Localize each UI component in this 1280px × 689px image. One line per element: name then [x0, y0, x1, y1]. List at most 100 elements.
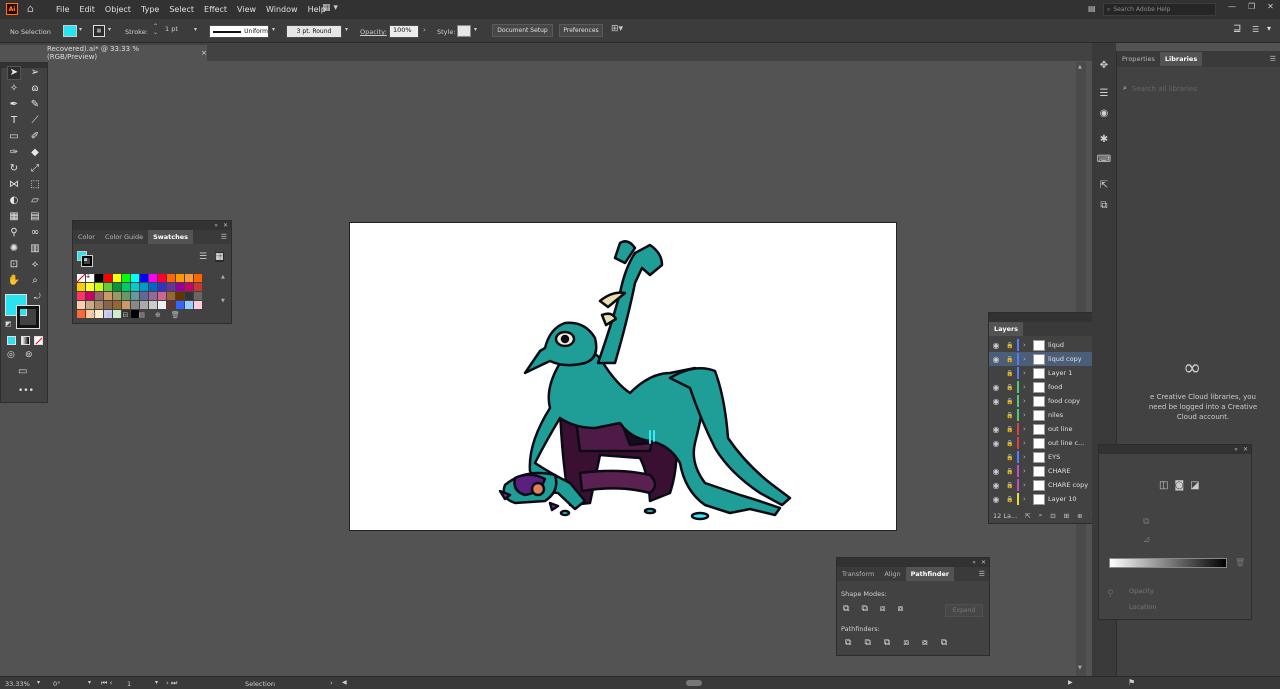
menu-file[interactable]: File	[56, 5, 69, 14]
tab-swatches[interactable]: Swatches	[148, 230, 194, 244]
eyedropper-tool-icon[interactable]: ⚲	[7, 226, 21, 240]
swatch[interactable]	[95, 283, 103, 291]
stroke-weight-dropdown-icon[interactable]: ▾	[194, 26, 197, 33]
opacity-field[interactable]: 100%	[389, 25, 419, 38]
swatch[interactable]	[131, 301, 139, 309]
eyedropper-icon[interactable]: ⚲	[1107, 589, 1114, 599]
close-window-button[interactable]: ✕	[1267, 2, 1274, 11]
swatch[interactable]	[149, 292, 157, 300]
swatch[interactable]	[131, 292, 139, 300]
artboard-tool-icon[interactable]: ⊡	[7, 258, 21, 272]
expand-arrow-icon[interactable]: ›	[1023, 369, 1033, 377]
stroke-stepper-icon[interactable]: ⌃ ⌄	[153, 24, 158, 36]
lock-icon[interactable]: 🔒	[1003, 426, 1017, 433]
swatch[interactable]	[95, 301, 103, 309]
expand-arrow-icon[interactable]: ›	[1023, 397, 1033, 405]
lock-icon[interactable]: 🔒	[1003, 468, 1017, 475]
close-panel-icon[interactable]: ✕	[223, 222, 228, 229]
swatch-scroll-up-icon[interactable]: ▲	[221, 274, 225, 280]
expand-arrow-icon[interactable]: ›	[1023, 439, 1033, 447]
swatch[interactable]	[167, 301, 175, 309]
tab-align[interactable]: Align	[879, 567, 905, 581]
swatch[interactable]	[131, 274, 139, 282]
exclude-icon[interactable]: ⧇	[898, 604, 904, 614]
blend-tool-icon[interactable]: ∞	[28, 226, 42, 240]
edit-toolbar-icon[interactable]: •••	[18, 386, 34, 396]
none-swatch[interactable]	[77, 274, 85, 282]
swatch[interactable]	[158, 274, 166, 282]
delete-stop-icon[interactable]: 🗑	[1235, 558, 1245, 567]
visibility-eye-icon[interactable]: ◉	[989, 383, 1003, 392]
profile-dropdown-icon[interactable]: ▾	[272, 26, 275, 33]
swatch[interactable]	[104, 274, 112, 282]
shape-builder-tool-icon[interactable]: ◐	[7, 194, 21, 208]
swatch[interactable]	[149, 283, 157, 291]
curvature-tool-icon[interactable]: ✎	[28, 98, 42, 112]
lock-icon[interactable]: 🔒	[1003, 356, 1017, 363]
swatch[interactable]	[86, 283, 94, 291]
lock-icon[interactable]: 🔒	[1003, 496, 1017, 503]
new-swatch-icon[interactable]: ⊕	[155, 311, 161, 319]
swatch[interactable]	[149, 301, 157, 309]
swatch[interactable]	[176, 283, 184, 291]
appearance-icon[interactable]: ◉	[1097, 106, 1111, 120]
trim-icon[interactable]: ⧉	[864, 638, 870, 648]
tab-properties[interactable]: Properties	[1117, 52, 1160, 66]
artboard[interactable]	[350, 223, 896, 530]
first-artboard-icon[interactable]: ⏮ ‹	[101, 679, 112, 688]
expand-button[interactable]: Expand	[945, 604, 983, 617]
stroke-color-swatch[interactable]: ▦	[93, 25, 105, 37]
paintbrush-tool-icon[interactable]: ✐	[28, 130, 42, 144]
linear-gradient-icon[interactable]: ◫	[1159, 480, 1168, 491]
artboards-icon[interactable]: ⧉	[1097, 198, 1111, 212]
swatch[interactable]	[77, 283, 85, 291]
swatch-options-icon[interactable]: ⊞	[107, 311, 113, 319]
document-setup-button[interactable]: Document Setup	[492, 24, 553, 37]
menu-select[interactable]: Select	[169, 5, 194, 14]
tab-layers[interactable]: Layers	[989, 322, 1024, 336]
opacity-label[interactable]: Opacity:	[360, 28, 387, 36]
menu-edit[interactable]: Edit	[79, 5, 95, 14]
libraries-search[interactable]: ⌕ Search all libraries	[1123, 84, 1197, 93]
new-layer-icon[interactable]: ⊕	[1077, 512, 1082, 520]
swatch[interactable]	[158, 301, 166, 309]
free-transform-tool-icon[interactable]: ⬚	[28, 178, 42, 192]
mesh-tool-icon[interactable]: ▦	[7, 210, 21, 224]
selection-tool-icon[interactable]: ➤	[7, 66, 21, 80]
expand-arrow-icon[interactable]: ›	[1023, 481, 1033, 489]
close-panel-icon[interactable]: ✕	[1243, 446, 1248, 453]
panel-menu-icon[interactable]: ☰	[221, 233, 231, 241]
rotation-value[interactable]: 0°	[53, 680, 60, 688]
lock-icon[interactable]: 🔒	[1003, 440, 1017, 447]
panel-menu-icon[interactable]: ☰	[1270, 55, 1280, 63]
list-view-icon[interactable]: ☰	[199, 252, 207, 262]
swatch[interactable]	[140, 292, 148, 300]
lock-icon[interactable]: 🔒	[1003, 482, 1017, 489]
artboard-dropdown-icon[interactable]: ▾	[155, 679, 158, 686]
tab-color[interactable]: Color	[73, 230, 100, 244]
direct-selection-tool-icon[interactable]: ➢	[28, 66, 42, 80]
visibility-eye-icon[interactable]: ◉	[989, 467, 1003, 476]
stroke-gradient-icon[interactable]: ⧉	[1143, 517, 1149, 527]
gradient-slider[interactable]	[1109, 558, 1227, 568]
perspective-grid-tool-icon[interactable]: ▱	[28, 194, 42, 208]
expand-arrow-icon[interactable]: ›	[1023, 495, 1033, 503]
line-tool-icon[interactable]: ⟋	[28, 114, 42, 128]
swatch[interactable]	[194, 274, 202, 282]
control-panel-menu-icon[interactable]: ☰	[1252, 25, 1259, 34]
document-tab[interactable]: Recovered).ai* @ 33.33 % (RGB/Preview) ×	[0, 45, 207, 61]
opacity-arrow-icon[interactable]: ›	[423, 26, 426, 34]
color-group-icon[interactable]: ⊟	[123, 311, 129, 319]
swatch[interactable]	[185, 283, 193, 291]
expand-arrow-icon[interactable]: ›	[1023, 411, 1033, 419]
swatch[interactable]	[113, 301, 121, 309]
close-tab-button[interactable]: ×	[201, 49, 207, 57]
preferences-button[interactable]: Preferences	[559, 24, 603, 37]
swatch[interactable]	[140, 301, 148, 309]
column-graph-tool-icon[interactable]: ▥	[28, 242, 42, 256]
scroll-right-icon[interactable]: ▶	[1068, 679, 1073, 686]
brushes-icon[interactable]: ✱	[1097, 132, 1111, 146]
swatch[interactable]	[122, 283, 130, 291]
swatch-scroll-down-icon[interactable]: ▼	[221, 298, 225, 304]
expand-arrow-icon[interactable]: ›	[1023, 383, 1033, 391]
